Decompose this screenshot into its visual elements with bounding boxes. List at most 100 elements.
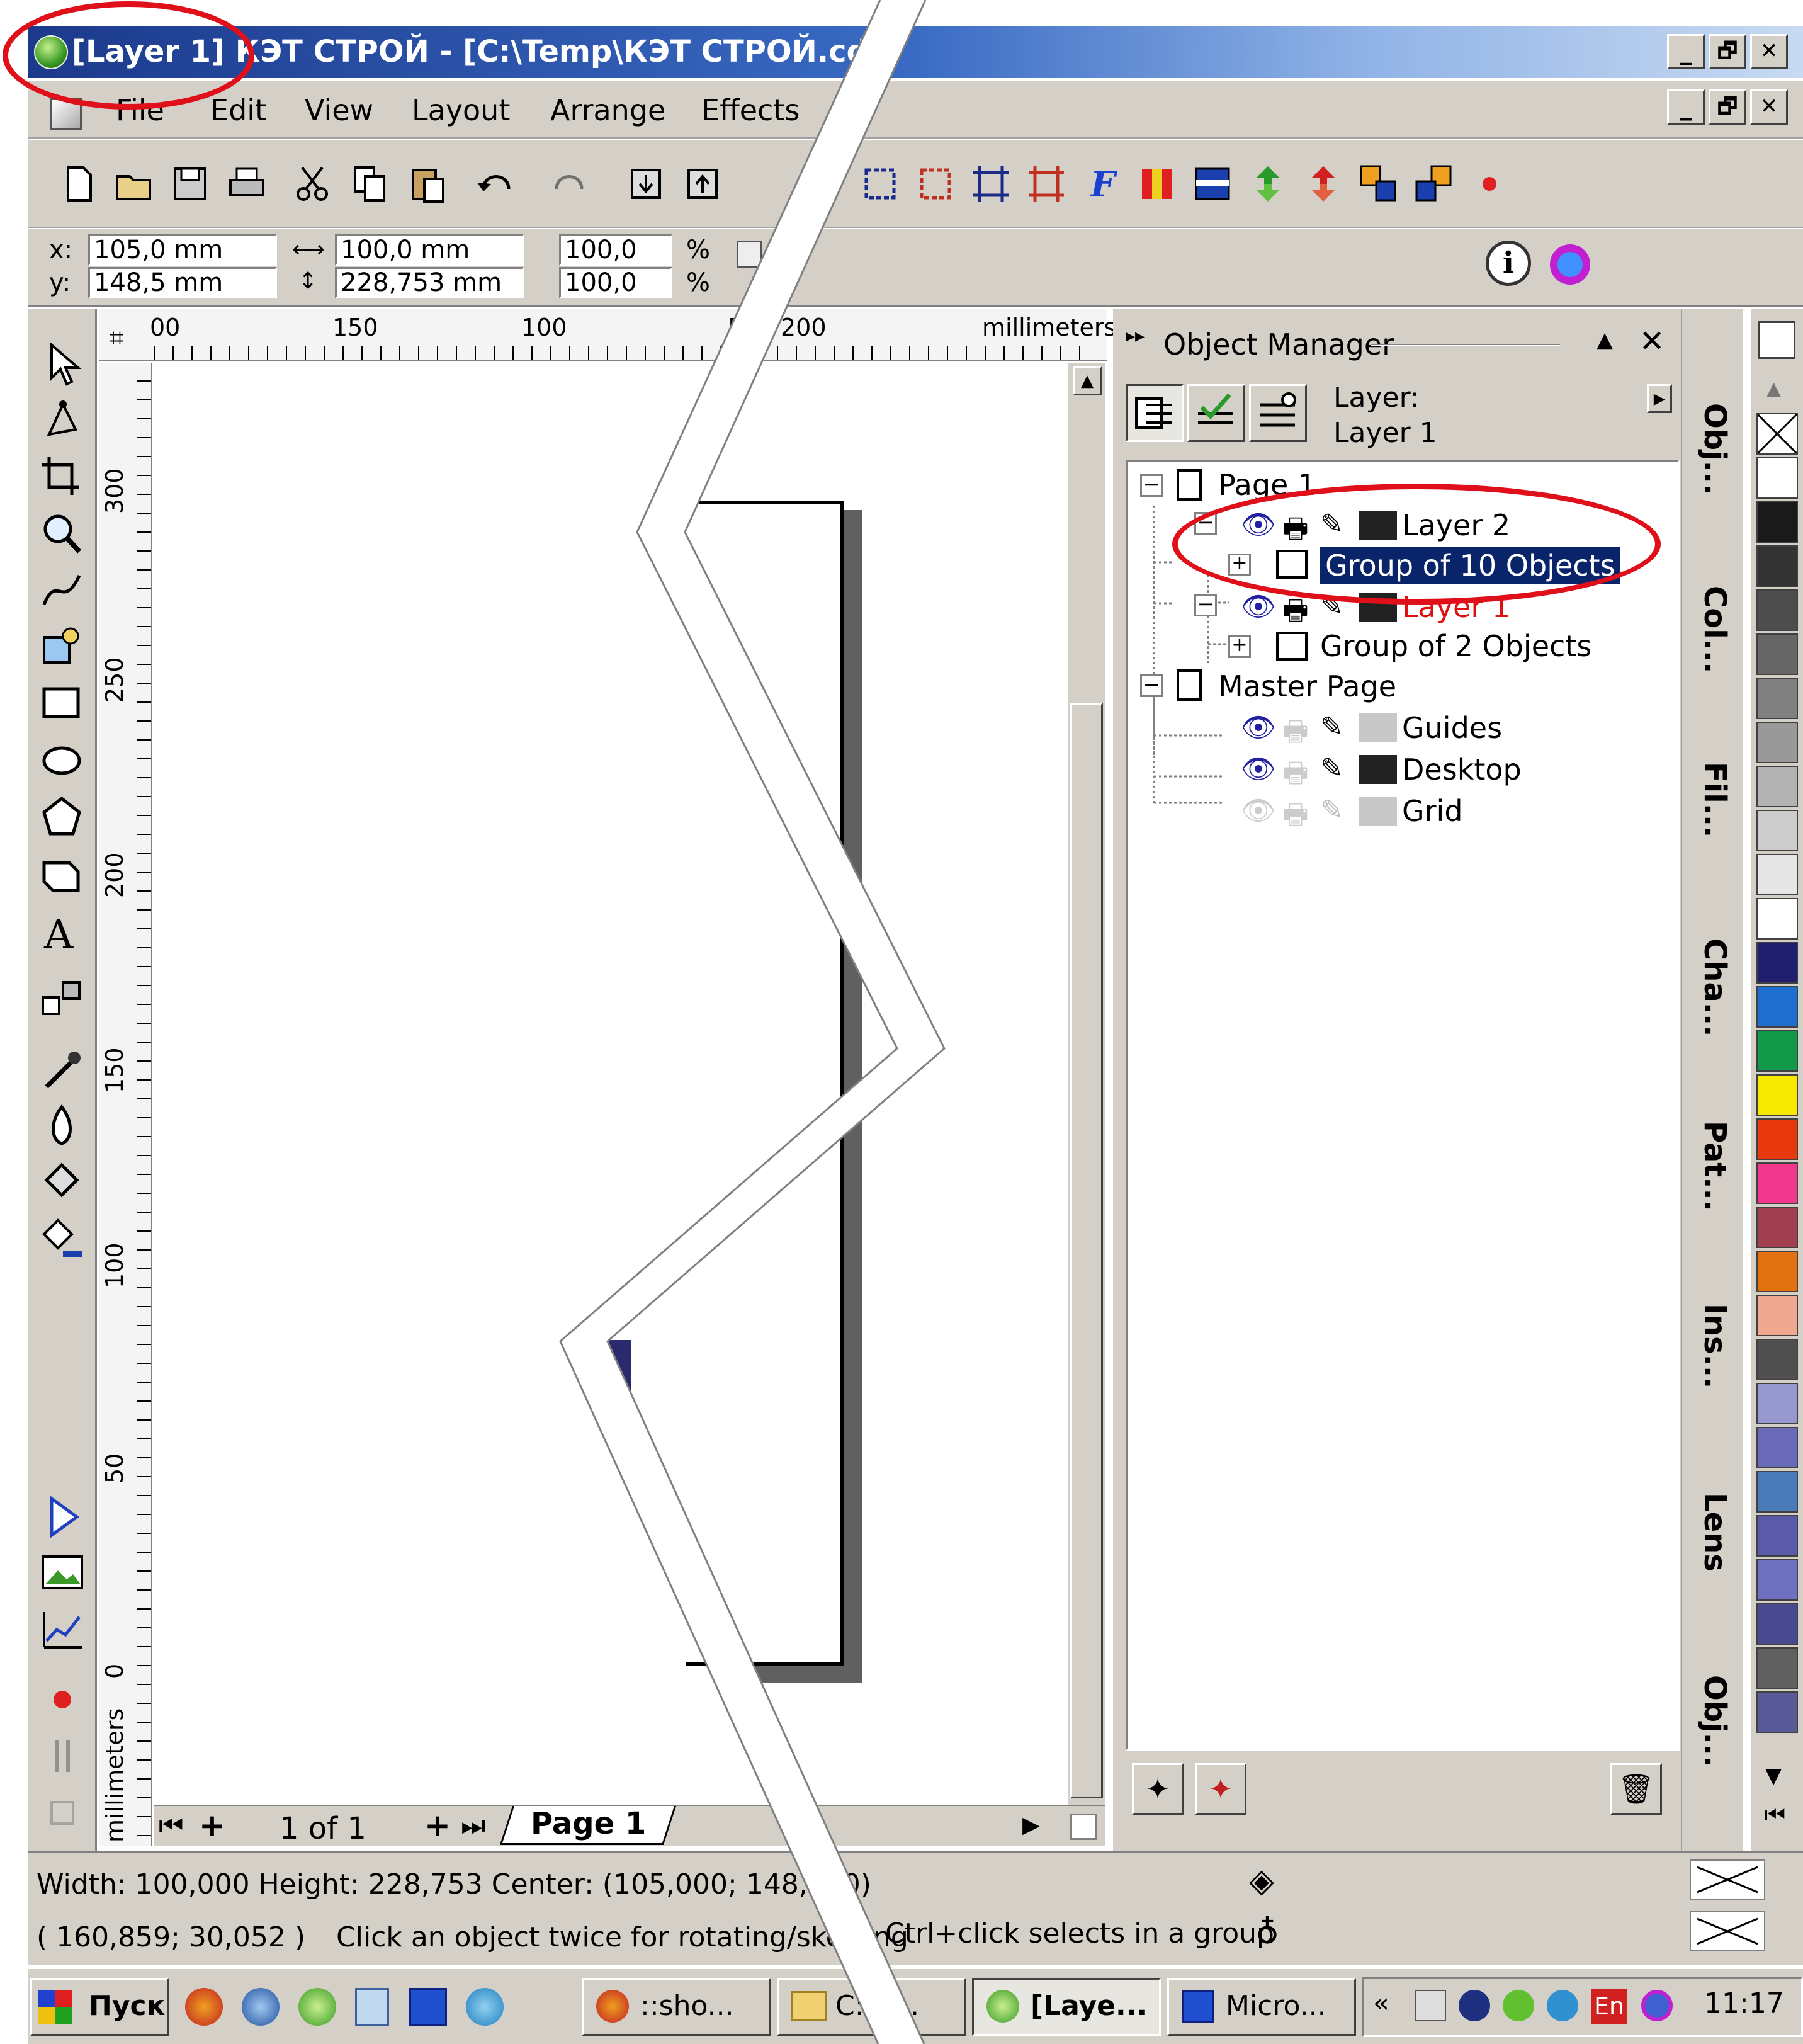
interactive-blend-tool-icon[interactable] [38,976,87,1025]
palette-swatch[interactable] [1756,1162,1798,1204]
language-indicator[interactable]: En [1591,1989,1627,2024]
transform-icon-4[interactable] [1026,164,1066,204]
arrange-icon-1[interactable] [1359,164,1399,204]
palette-swatch[interactable] [1756,545,1798,587]
delete-trash-icon[interactable]: 🗑 [1610,1763,1662,1815]
collapse-master-icon[interactable]: − [1140,674,1163,697]
restore-button[interactable]: 🗗 [1709,34,1746,69]
menu-effects[interactable]: Effects [701,93,800,127]
doc-close-button[interactable]: ✕ [1750,89,1788,125]
fit-text-icon[interactable]: F [1082,164,1122,204]
palette-swatch[interactable] [1756,1559,1798,1601]
palette-end-icon[interactable]: ⏮ [1764,1801,1785,1829]
docker-close-icon[interactable]: ✕ [1639,324,1665,359]
menu-file[interactable]: File [116,93,164,127]
undo-icon[interactable] [475,164,515,204]
palette-swatch[interactable] [1756,854,1798,895]
grid-visible-icon[interactable]: 👁 [1241,794,1276,827]
scale-y-field[interactable]: 100,0 [559,267,672,298]
minimize-button[interactable]: _ [1667,34,1705,69]
palette-options-icon[interactable] [1758,321,1795,359]
tree-desktop[interactable]: Desktop [1402,752,1522,786]
globe-icon[interactable] [466,1988,504,2026]
palette-swatch[interactable] [1756,1030,1798,1072]
close-button[interactable]: ✕ [1750,34,1788,69]
outline-indicator-icon[interactable]: ♁ [1255,1914,1279,1951]
x-position-field[interactable]: 105,0 mm [88,234,277,266]
palette-swatch[interactable] [1756,1383,1798,1424]
palette-swatch[interactable] [1756,766,1798,807]
polygon-tool-icon[interactable] [38,793,87,843]
new-icon[interactable] [58,164,98,204]
palette-scroll-up-icon[interactable]: ▲ [1766,378,1781,400]
taskbar-micro-window[interactable]: Micro... [1167,1978,1356,2036]
grid-print-icon[interactable]: 🖶 [1282,794,1309,841]
crop-tool-icon[interactable] [38,453,87,502]
layer2-color-swatch[interactable] [1359,511,1397,540]
tab-insert-character[interactable]: Ins... [1686,1303,1732,1388]
print-icon[interactable] [227,164,267,204]
tab-lens[interactable]: Lens [1686,1492,1732,1572]
outline-none-swatch[interactable] [1690,1911,1765,1951]
red-dot-icon[interactable] [1469,164,1510,204]
palette-swatch[interactable] [1756,942,1798,984]
export-icon[interactable] [682,164,723,204]
start-button[interactable]: Пуск [30,1978,169,2036]
arrange-icon-2[interactable] [1414,164,1454,204]
layer-menu-button[interactable]: ▶ [1647,384,1672,413]
paste-icon[interactable] [408,164,448,204]
tree-master-page[interactable]: Master Page [1218,669,1396,703]
open-icon[interactable] [113,164,154,204]
add-page-before-button[interactable]: + [199,1807,225,1844]
text-tool-icon[interactable]: A [38,907,87,956]
chart-tool-icon[interactable] [38,1606,87,1655]
image-tool-icon[interactable] [38,1549,87,1598]
palette-swatch[interactable] [1756,986,1798,1028]
object-tree[interactable]: − Page 1 − 👁 🖶 ✎ Layer 2 + Group of 10 O… [1126,460,1680,1751]
palette-swatch[interactable] [1756,810,1798,851]
palette-swatch[interactable] [1756,1207,1798,1248]
interactive-fill-tool-icon[interactable] [38,1215,87,1264]
taskbar-firefox-window[interactable]: ::sho... [582,1978,771,2036]
transform-icon-1[interactable] [860,164,900,204]
tab-object-manager[interactable]: Obj... [1686,1675,1732,1767]
collapse-layer2-icon[interactable]: − [1194,512,1217,535]
new-master-layer-button[interactable]: ✦ [1195,1763,1246,1815]
lock-ratio-icon[interactable] [737,241,762,268]
redo-icon[interactable] [550,164,591,204]
show-properties-button[interactable] [1126,384,1184,442]
guides-color-swatch[interactable] [1359,713,1397,742]
menu-edit[interactable]: Edit [210,93,266,127]
tree-group-10-objects[interactable]: Group of 10 Objects [1320,547,1620,584]
menu-arrange[interactable]: Arrange [550,93,665,127]
palette-swatch[interactable] [1756,1118,1798,1160]
desktop-visible-icon[interactable]: 👁 [1241,752,1276,785]
layer2-visible-icon[interactable]: 👁 [1241,508,1276,541]
grid-edit-icon[interactable]: ✎ [1320,794,1343,826]
desktop-edit-icon[interactable]: ✎ [1320,752,1343,785]
palette-scroll-down-icon[interactable]: ▼ [1765,1763,1782,1788]
menu-more[interactable]: F [840,93,856,127]
tray-phone-icon[interactable] [1459,1990,1490,2021]
guides-print-icon[interactable]: 🖶 [1282,711,1309,758]
palette-swatch[interactable] [1756,589,1798,631]
palette-swatch[interactable] [1756,501,1798,543]
stop-icon[interactable] [38,1788,87,1837]
document-icon[interactable] [50,98,82,130]
taskbar-coreldraw-window[interactable]: [Laye... [972,1978,1161,2036]
fill-tool-icon[interactable] [38,1159,87,1208]
tab-character[interactable]: Cha... [1686,938,1732,1037]
no-color-swatch[interactable] [1756,413,1798,455]
palette-swatch[interactable] [1756,722,1798,763]
play-script-icon[interactable] [38,1492,87,1542]
tray-color-icon[interactable] [1641,1990,1673,2021]
docker-minimize-icon[interactable]: ▲ [1597,327,1613,353]
fill-none-swatch[interactable] [1690,1859,1765,1900]
taskbar-explorer-window[interactable]: C:\C... [777,1978,966,2036]
tab-object-properties[interactable]: Obj... [1686,403,1732,495]
menu-layout[interactable]: Layout [412,93,510,127]
page-tab[interactable]: Page 1 [499,1806,677,1845]
palette-swatch[interactable] [1756,1251,1798,1292]
freehand-tool-icon[interactable] [38,567,87,616]
coreldraw-quick-icon[interactable] [298,1988,336,2026]
